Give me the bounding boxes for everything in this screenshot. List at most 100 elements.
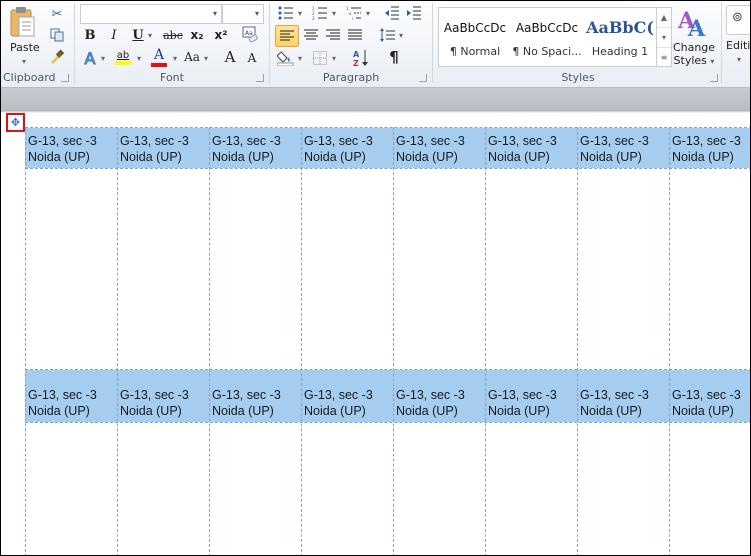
label-address-line1: G-13, sec -3 [396, 388, 465, 402]
paste-button[interactable]: Paste [10, 41, 40, 54]
numbering-button[interactable]: 123 [311, 5, 329, 21]
align-left-button[interactable] [275, 25, 299, 47]
increase-indent-button[interactable] [405, 5, 423, 21]
borders-button[interactable] [311, 49, 329, 67]
table-column-gridline [577, 127, 578, 555]
label-cell[interactable]: G-13, sec -3 Noida (UP) [396, 387, 465, 419]
line-spacing-dropdown-icon[interactable]: ▾ [397, 31, 405, 40]
shrink-font-button[interactable]: A [244, 50, 260, 66]
ruler-band [1, 88, 750, 110]
text-effects-dropdown-icon[interactable]: ▾ [99, 54, 107, 63]
font-size-combobox[interactable]: ▾ [222, 4, 264, 24]
superscript-button[interactable]: x² [212, 27, 230, 43]
svg-text:3: 3 [312, 16, 315, 20]
label-cell[interactable]: G-13, sec -3 Noida (UP) [672, 133, 741, 165]
label-cell[interactable]: G-13, sec -3 Noida (UP) [672, 387, 741, 419]
table-move-handle[interactable]: ✥ [6, 113, 25, 132]
paste-dropdown-icon[interactable]: ▾ [19, 57, 29, 66]
label-cell[interactable]: G-13, sec -3 Noida (UP) [580, 133, 649, 165]
label-address-line2: Noida (UP) [28, 150, 90, 164]
label-cell[interactable]: G-13, sec -3 Noida (UP) [28, 133, 97, 165]
bold-button[interactable]: B [82, 27, 98, 43]
ribbon: Paste ▾ ✂ Clipboard ▾ ▾ B I U ▾ abc x₂ x… [1, 1, 750, 88]
grow-font-button[interactable]: A [222, 48, 238, 66]
highlight-button[interactable]: ab [114, 48, 132, 66]
justify-button[interactable] [345, 26, 365, 44]
font-dialog-launcher[interactable] [256, 74, 264, 82]
chevron-down-icon[interactable]: ▾ [213, 9, 217, 18]
underline-dropdown-icon[interactable]: ▾ [146, 31, 154, 40]
chevron-down-icon[interactable]: ▾ [255, 9, 259, 18]
label-cell[interactable]: G-13, sec -3 Noida (UP) [304, 387, 373, 419]
label-address-line1: G-13, sec -3 [212, 388, 281, 402]
style-sample: AaBbCcDc [515, 21, 579, 35]
align-center-button[interactable] [301, 26, 321, 44]
multilevel-list-dropdown-icon[interactable]: ▾ [364, 9, 372, 18]
change-styles-icon[interactable]: AA [677, 5, 711, 39]
style-no-spacing[interactable]: AaBbCcDc ¶ No Spaci... [511, 8, 583, 66]
text-effects-button[interactable]: A [82, 48, 98, 68]
shading-dropdown-icon[interactable]: ▾ [296, 54, 304, 63]
group-divider [269, 3, 270, 83]
copy-icon[interactable] [49, 27, 65, 43]
document-page[interactable]: ✥ G-13, sec -3 Noida (UP) G-13, sec -3 Noid… [1, 113, 750, 555]
highlight-dropdown-icon[interactable]: ▾ [135, 54, 143, 63]
change-styles-button[interactable]: Change Styles ▾ [671, 41, 717, 68]
bullets-button[interactable] [277, 5, 295, 21]
align-right-button[interactable] [323, 26, 343, 44]
scroll-down-button[interactable]: ▾ [657, 28, 671, 48]
label-address-line1: G-13, sec -3 [672, 388, 741, 402]
label-cell[interactable]: G-13, sec -3 Noida (UP) [120, 387, 189, 419]
binoculars-icon: ⊚ [732, 10, 743, 25]
strikethrough-button[interactable]: abc [162, 27, 184, 43]
label-address-line2: Noida (UP) [580, 404, 642, 418]
group-divider [74, 3, 75, 83]
italic-button[interactable]: I [106, 27, 122, 43]
change-case-button[interactable]: Aa [182, 49, 202, 65]
editing-dropdown-icon[interactable]: ▾ [735, 55, 743, 64]
find-button[interactable]: ⊚ [726, 5, 750, 35]
font-name-combobox[interactable]: ▾ [80, 4, 222, 24]
bullets-dropdown-icon[interactable]: ▾ [296, 9, 304, 18]
label-cell[interactable]: G-13, sec -3 Noida (UP) [28, 387, 97, 419]
label-cell[interactable]: G-13, sec -3 Noida (UP) [120, 133, 189, 165]
label-cell[interactable]: G-13, sec -3 Noida (UP) [304, 133, 373, 165]
style-normal[interactable]: AaBbCcDc ¶ Normal [439, 8, 511, 66]
subscript-button[interactable]: x₂ [188, 27, 206, 43]
shading-button[interactable] [277, 49, 295, 67]
underline-button[interactable]: U [130, 27, 146, 43]
multilevel-list-button[interactable]: 1ai [345, 5, 363, 21]
scroll-up-button[interactable]: ▲ [657, 8, 671, 28]
label-cell[interactable]: G-13, sec -3 Noida (UP) [212, 387, 281, 419]
label-cell[interactable]: G-13, sec -3 Noida (UP) [488, 387, 557, 419]
style-heading-1[interactable]: AaBbC( Heading 1 [583, 8, 657, 66]
editing-button[interactable]: Editi [726, 39, 750, 52]
label-cell[interactable]: G-13, sec -3 Noida (UP) [580, 387, 649, 419]
line-spacing-button[interactable] [379, 26, 397, 44]
style-sample: AaBbC( [586, 18, 654, 37]
borders-dropdown-icon[interactable]: ▾ [330, 54, 338, 63]
show-formatting-marks-button[interactable]: ¶ [385, 48, 403, 66]
label-cell[interactable]: G-13, sec -3 Noida (UP) [488, 133, 557, 165]
format-painter-icon[interactable] [49, 48, 65, 64]
font-color-button[interactable]: A [150, 47, 168, 67]
label-address-line2: Noida (UP) [580, 150, 642, 164]
more-styles-button[interactable]: ≡ [657, 48, 671, 67]
label-cell[interactable]: G-13, sec -3 Noida (UP) [212, 133, 281, 165]
label-address-line2: Noida (UP) [304, 150, 366, 164]
label-address-line2: Noida (UP) [396, 404, 458, 418]
cut-icon[interactable]: ✂ [49, 6, 65, 22]
clipboard-dialog-launcher[interactable] [61, 74, 69, 82]
paste-icon[interactable] [9, 5, 37, 39]
change-case-dropdown-icon[interactable]: ▾ [202, 54, 210, 63]
label-address-line2: Noida (UP) [120, 150, 182, 164]
decrease-indent-button[interactable] [383, 5, 401, 21]
font-color-dropdown-icon[interactable]: ▾ [171, 54, 179, 63]
clear-formatting-icon[interactable]: Aa [240, 25, 260, 45]
svg-text:A: A [687, 16, 706, 38]
paragraph-dialog-launcher[interactable] [419, 74, 427, 82]
sort-button[interactable]: AZ [351, 48, 371, 68]
styles-dialog-launcher[interactable] [710, 74, 718, 82]
numbering-dropdown-icon[interactable]: ▾ [330, 9, 338, 18]
label-cell[interactable]: G-13, sec -3 Noida (UP) [396, 133, 465, 165]
